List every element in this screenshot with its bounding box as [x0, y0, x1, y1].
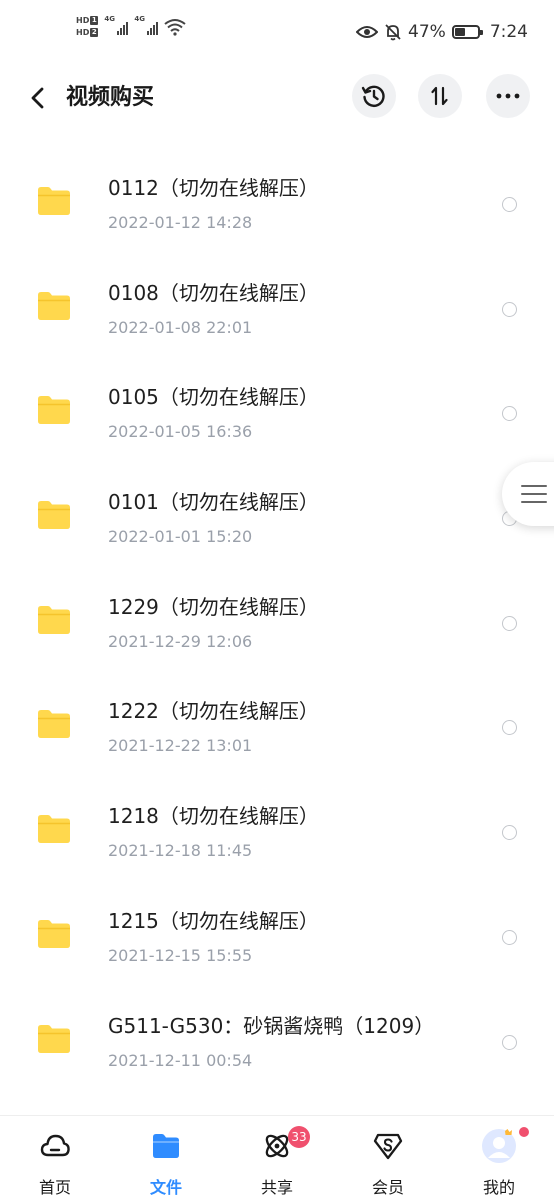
file-row[interactable]: 1222（切勿在线解压） 2021-12-22 13:01: [0, 673, 554, 778]
file-name: 0108（切勿在线解压）: [108, 280, 319, 305]
folder-icon: [38, 919, 70, 948]
file-name: 1229（切勿在线解压）: [108, 594, 319, 619]
file-row[interactable]: 1215（切勿在线解压） 2021-12-15 15:55: [0, 883, 554, 988]
battery-percent: 47%: [408, 22, 446, 42]
nav-label: 我的: [482, 1178, 515, 1197]
file-row[interactable]: 0101（切勿在线解压） 2022-01-01 15:20: [0, 464, 554, 569]
folder-icon: [38, 396, 70, 425]
file-date: 2022-01-12 14:28: [108, 213, 253, 232]
file-row[interactable]: 0112（切勿在线解压） 2022-01-12 14:28: [0, 150, 554, 255]
history-button[interactable]: [352, 74, 396, 118]
share-badge: 33: [288, 1126, 310, 1148]
file-list: 0112（切勿在线解压） 2022-01-12 14:28 0108（切勿在线解压）…: [0, 150, 554, 1092]
nav-label: 会员: [371, 1178, 404, 1197]
select-radio[interactable]: [502, 825, 517, 841]
select-radio[interactable]: [502, 1034, 517, 1050]
battery-fill: [454, 28, 465, 36]
more-button[interactable]: [486, 74, 530, 118]
select-radio[interactable]: [502, 197, 517, 212]
handle-line: [521, 501, 547, 503]
battery-icon: [451, 25, 483, 39]
nav-home[interactable]: 首页: [0, 1116, 110, 1201]
history-icon: [361, 85, 385, 107]
header: 视频购买: [0, 72, 554, 124]
select-radio[interactable]: [502, 615, 517, 631]
select-radio[interactable]: [502, 301, 517, 317]
back-arrow-icon: [31, 87, 44, 109]
cloud-home-icon: [40, 1134, 70, 1157]
nav-vip[interactable]: 会员: [333, 1116, 443, 1201]
sort-icon: [431, 86, 448, 106]
file-row[interactable]: 1218（切勿在线解压） 2021-12-18 11:45: [0, 778, 554, 883]
folder-icon: [38, 501, 70, 530]
hd2-indicator: HD 2: [76, 28, 99, 37]
hd-indicators: HD 1 HD 2: [76, 16, 99, 37]
profile-notification-dot: [518, 1126, 530, 1138]
file-name: 0112（切勿在线解压）: [108, 176, 319, 200]
file-row[interactable]: 0105（切勿在线解压） 2022-01-05 16:36: [0, 359, 554, 464]
signal-icon-2: 4G: [134, 15, 159, 37]
file-date: 2021-12-18 11:45: [108, 841, 253, 861]
status-right: 47% 7:24: [356, 22, 528, 42]
folder-icon: [38, 1024, 70, 1053]
wifi-icon: [164, 18, 186, 36]
hd1-indicator: HD 1: [76, 16, 99, 25]
file-date: 2021-12-29 12:06: [108, 631, 253, 651]
folder-icon: [38, 291, 70, 320]
folder-icon: [38, 815, 70, 844]
file-date: 2021-12-15 15:55: [108, 945, 253, 965]
status-left: HD 1 HD 2 4G 4G: [76, 15, 186, 37]
handle-line: [521, 485, 547, 487]
file-date: 2022-01-01 15:20: [108, 527, 253, 547]
vip-diamond-icon: [373, 1133, 403, 1160]
nav-label: 首页: [38, 1178, 71, 1197]
file-name: 1222（切勿在线解压）: [108, 699, 319, 724]
back-button[interactable]: [22, 82, 54, 114]
folder-icon: [38, 187, 70, 215]
status-bar: HD 1 HD 2 4G 4G 47% 7:24: [0, 0, 554, 68]
nav-profile[interactable]: 我的: [444, 1116, 554, 1201]
file-name: G511-G530：砂锅酱烧鸭（1209）: [108, 1013, 435, 1038]
file-date: 2021-12-22 13:01: [108, 736, 253, 756]
select-radio[interactable]: [502, 406, 517, 422]
select-radio[interactable]: [502, 720, 517, 736]
folder-icon: [38, 710, 70, 739]
file-name: 0101（切勿在线解压）: [108, 490, 319, 515]
page-title: 视频购买: [66, 85, 155, 110]
eye-icon: [356, 26, 379, 38]
file-name: 1218（切勿在线解压）: [108, 804, 319, 829]
clock: 7:24: [489, 22, 528, 42]
folder-icon: [153, 1134, 179, 1158]
nav-files[interactable]: 文件: [111, 1116, 221, 1201]
signal-icon: 4G: [104, 15, 129, 37]
file-row[interactable]: G511-G530：砂锅酱烧鸭（1209） 2021-12-11 00:54: [0, 988, 554, 1093]
file-date: 2021-12-11 00:54: [108, 1050, 253, 1070]
bottom-nav: 首页 文件 33 共享 会员 我的: [0, 1115, 554, 1201]
file-row[interactable]: 0108（切勿在线解压） 2022-01-08 22:01: [0, 255, 554, 360]
nav-label: 文件: [149, 1178, 182, 1197]
select-radio[interactable]: [502, 929, 517, 945]
file-name: 0105（切勿在线解压）: [108, 385, 319, 410]
folder-icon: [38, 605, 70, 634]
file-date: 2022-01-08 22:01: [108, 317, 253, 337]
bell-muted-icon: [385, 24, 401, 41]
file-date: 2022-01-05 16:36: [108, 422, 253, 442]
avatar-icon: [482, 1129, 516, 1163]
nav-share[interactable]: 33 共享: [222, 1116, 332, 1201]
nav-label: 共享: [260, 1178, 293, 1197]
file-name: 1215（切勿在线解压）: [108, 908, 319, 933]
sort-button[interactable]: [418, 74, 462, 118]
more-icon: [496, 93, 520, 99]
handle-line: [521, 493, 547, 495]
file-row[interactable]: 1229（切勿在线解压） 2021-12-29 12:06: [0, 569, 554, 674]
